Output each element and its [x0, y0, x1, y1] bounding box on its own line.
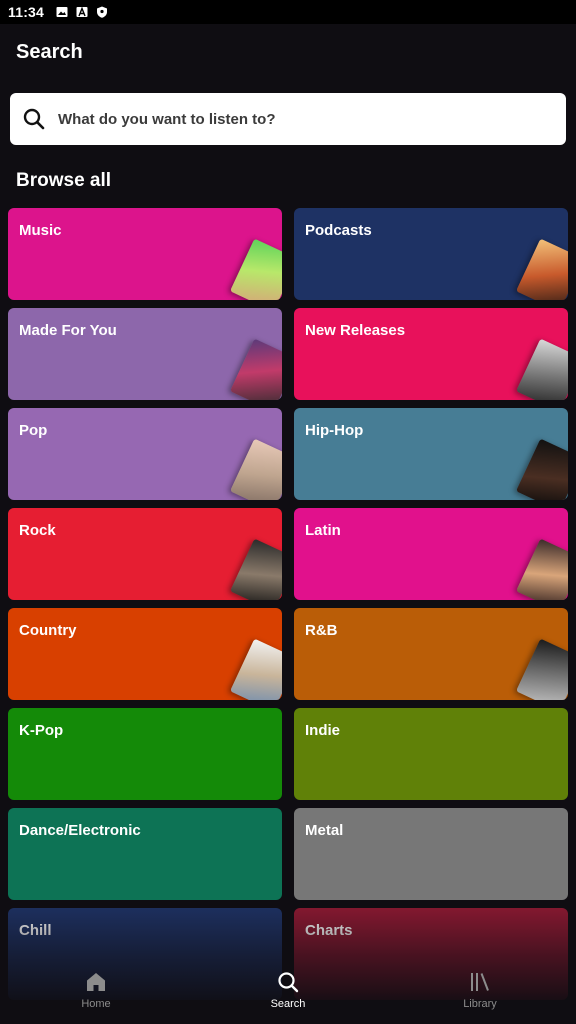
category-tile-podcasts[interactable]: Podcasts: [294, 208, 568, 300]
shield-icon: [97, 6, 108, 18]
nav-label-home: Home: [81, 998, 111, 1010]
category-grid: Music Podcasts Made For You New Releases…: [8, 208, 568, 1000]
browse-all-heading: Browse all: [16, 170, 112, 191]
category-tile-music[interactable]: Music: [8, 208, 282, 300]
category-artwork: [515, 338, 568, 400]
search-icon: [278, 972, 299, 993]
page-title: Search: [16, 41, 83, 63]
category-label: Chill: [19, 922, 52, 939]
category-tile-indie[interactable]: Indie: [294, 708, 568, 800]
nav-label-search: Search: [270, 998, 306, 1010]
status-time: 11:34: [8, 4, 45, 20]
category-label: Hip-Hop: [305, 422, 364, 439]
category-label: New Releases: [305, 322, 406, 339]
category-artwork: [229, 338, 282, 400]
category-label: R&B: [305, 622, 338, 639]
category-tile-hip-hop[interactable]: Hip-Hop: [294, 408, 568, 500]
category-artwork: [515, 438, 568, 500]
category-label: Podcasts: [305, 222, 372, 239]
search-input[interactable]: What do you want to listen to?: [10, 93, 566, 145]
category-label: Country: [19, 622, 77, 639]
category-tile-dance-electronic[interactable]: Dance/Electronic: [8, 808, 282, 900]
nav-item-home[interactable]: Home: [0, 960, 192, 1020]
category-artwork: [515, 238, 568, 300]
nav-item-library[interactable]: Library: [384, 960, 576, 1020]
category-label: Music: [19, 222, 62, 239]
category-tile-metal[interactable]: Metal: [294, 808, 568, 900]
nav-label-library: Library: [463, 998, 497, 1010]
category-tile-new-releases[interactable]: New Releases: [294, 308, 568, 400]
category-artwork: [515, 638, 568, 700]
status-bar: 11:34: [0, 0, 576, 24]
category-label: Metal: [305, 822, 344, 839]
category-label: Latin: [305, 522, 341, 539]
bottom-nav: Home Search Library: [0, 960, 576, 1020]
category-label: Rock: [19, 522, 56, 539]
category-tile-country[interactable]: Country: [8, 608, 282, 700]
search-icon: [23, 108, 45, 130]
app-notification-icon: [76, 6, 88, 17]
nav-item-search[interactable]: Search: [192, 960, 384, 1020]
category-label: K-Pop: [19, 722, 64, 739]
category-tile-rock[interactable]: Rock: [8, 508, 282, 600]
category-artwork: [229, 238, 282, 300]
category-artwork: [229, 438, 282, 500]
category-label: Made For You: [19, 322, 117, 339]
category-artwork: [515, 538, 568, 600]
category-tile-latin[interactable]: Latin: [294, 508, 568, 600]
category-tile-made-for-you[interactable]: Made For You: [8, 308, 282, 400]
category-label: Charts: [305, 922, 353, 939]
category-label: Dance/Electronic: [19, 822, 141, 839]
library-icon: [471, 973, 489, 991]
category-artwork: [229, 638, 282, 700]
home-icon: [87, 973, 105, 991]
category-artwork: [229, 538, 282, 600]
category-tile-k-pop[interactable]: K-Pop: [8, 708, 282, 800]
image-notification-icon: [56, 7, 68, 17]
search-placeholder: What do you want to listen to?: [58, 110, 276, 128]
category-label: Pop: [19, 422, 48, 439]
category-label: Indie: [305, 722, 341, 739]
category-tile-rnb[interactable]: R&B: [294, 608, 568, 700]
category-tile-pop[interactable]: Pop: [8, 408, 282, 500]
